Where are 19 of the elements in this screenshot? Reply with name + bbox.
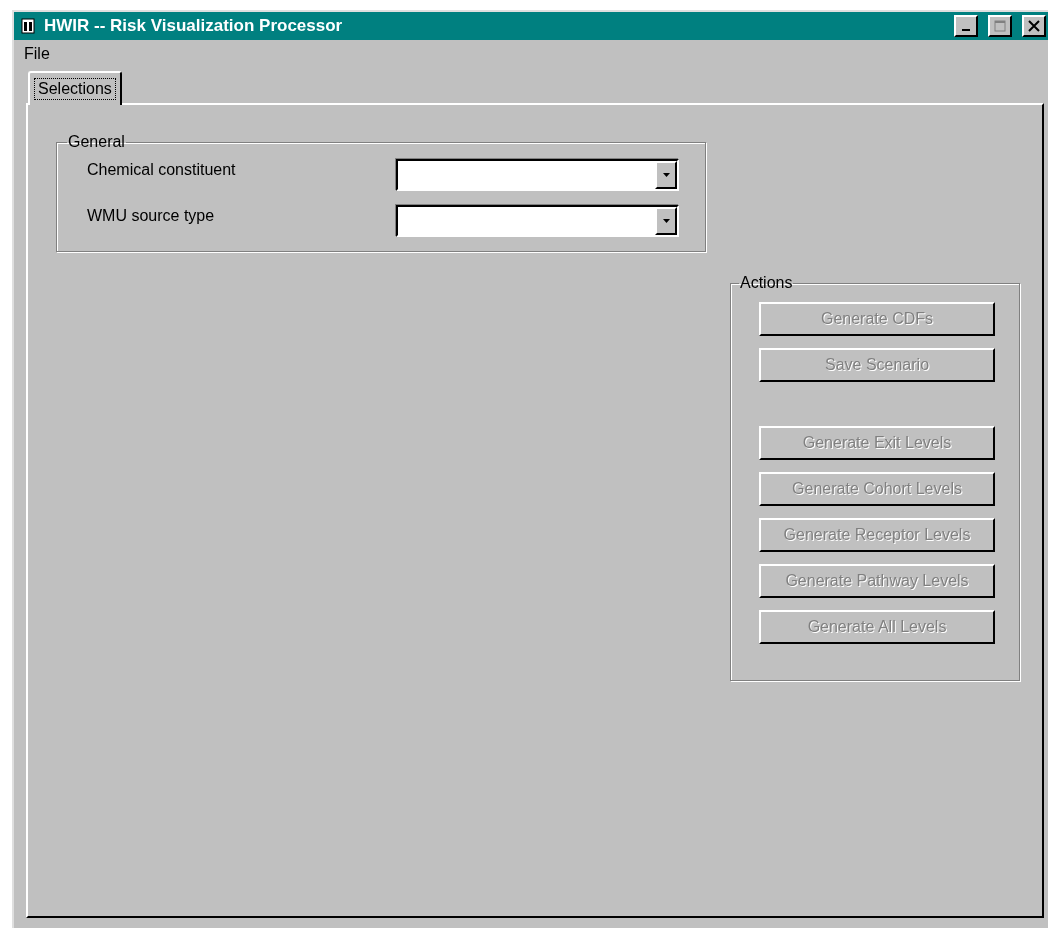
dropdown-field[interactable] xyxy=(396,205,679,237)
caret-icon xyxy=(662,173,670,177)
app-icon xyxy=(20,17,36,35)
dropdown-button[interactable] xyxy=(655,161,677,189)
close-icon xyxy=(1028,20,1040,32)
dropdown-button[interactable] xyxy=(655,207,677,235)
minimize-icon xyxy=(962,29,970,31)
field-label: Chemical constituent xyxy=(87,160,236,179)
dropdown-field[interactable] xyxy=(396,159,679,191)
window-title: HWIR -- Risk Visualization Processor xyxy=(44,16,344,36)
maximize-icon xyxy=(994,20,1006,32)
menu-item[interactable]: File xyxy=(22,45,52,63)
group-title: General xyxy=(67,133,126,151)
group-title: Actions xyxy=(739,274,794,292)
minimize-button[interactable] xyxy=(954,15,978,37)
close-button[interactable] xyxy=(1022,15,1046,37)
tab[interactable]: Selections xyxy=(28,71,122,105)
caret-icon xyxy=(662,219,670,223)
field-label: WMU source type xyxy=(87,206,215,225)
